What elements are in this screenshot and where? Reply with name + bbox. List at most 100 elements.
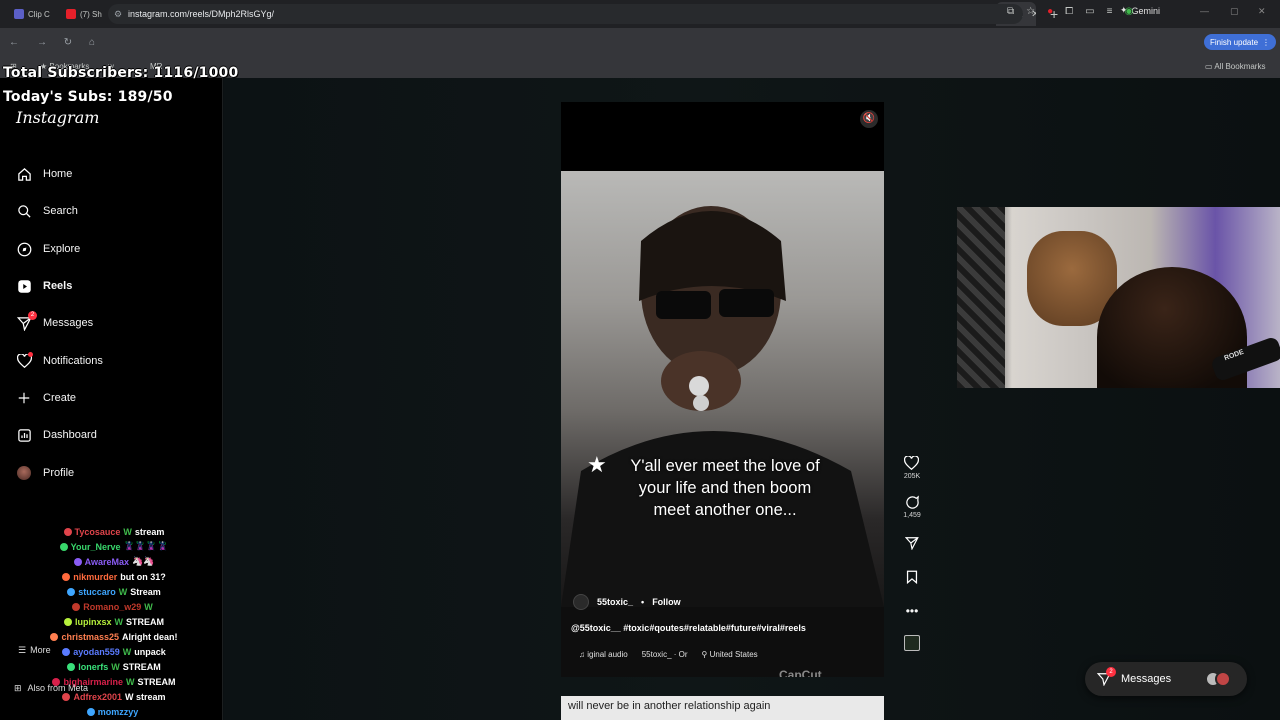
audio-creator[interactable]: 55toxic_ · Or	[642, 650, 688, 659]
chat-user-badge-icon	[72, 602, 81, 611]
close-window-icon[interactable]: ✕	[1258, 6, 1266, 17]
messages-badge: 2	[28, 311, 37, 320]
w-emote-icon: W	[111, 661, 120, 672]
puzzle-icon[interactable]: ⧠	[1065, 6, 1073, 17]
more-menu[interactable]: ☰ More	[18, 645, 51, 656]
address-bar-row: ← → ↻ ⌂	[0, 28, 1280, 56]
search-icon	[16, 203, 32, 219]
chat-message: momzzyy	[14, 704, 214, 719]
finish-update-button[interactable]: Finish update ⋮	[1204, 34, 1277, 50]
next-reel-preview[interactable]: will never be in another relationship ag…	[561, 696, 884, 720]
instagram-logo[interactable]: Instagram	[16, 108, 99, 127]
chat-text: stream	[134, 526, 165, 537]
reel-video[interactable]: 🔇 ★ Y'all ever meet the love of your lif…	[561, 102, 884, 677]
more-options-button[interactable]: •••	[904, 603, 920, 619]
save-button[interactable]	[904, 569, 920, 585]
chat-user-badge-icon	[62, 647, 71, 656]
reel-description[interactable]: @55toxic__ #toxic#qoutes#relatable#futur…	[571, 623, 806, 633]
chat-text: 🦄🦄	[131, 556, 155, 566]
creator-avatar[interactable]	[573, 594, 589, 610]
home-browser-icon[interactable]: ⌂	[82, 37, 102, 48]
split-view-icon[interactable]: ▭	[1085, 6, 1094, 17]
sidebar-item-messages[interactable]: 2 Messages	[16, 311, 94, 331]
messages-floating-button[interactable]: 2 Messages	[1085, 662, 1247, 696]
chat-user-badge-icon	[50, 632, 59, 641]
w-emote-icon: W	[123, 526, 132, 537]
like-button[interactable]: 205K	[904, 455, 920, 480]
sidebar-item-create[interactable]: Create	[16, 390, 76, 406]
audio-link[interactable]: ♫ iginal audio	[579, 650, 628, 659]
chat-user-badge-icon	[63, 617, 72, 626]
reload-icon[interactable]: ↻	[58, 37, 78, 48]
follow-button[interactable]: Follow	[652, 597, 681, 607]
comment-icon	[904, 494, 920, 510]
chat-user-badge-icon	[67, 587, 76, 596]
chat-text: STREAM	[122, 661, 161, 672]
chat-username: ayodan559	[73, 646, 120, 657]
sidebar-item-home[interactable]: Home	[16, 166, 72, 182]
todays-subs-overlay: Today's Subs: 189/50	[3, 89, 173, 105]
messenger-icon: 2	[1096, 667, 1116, 687]
profile-icon[interactable]: ◉	[1124, 6, 1133, 17]
sidebar-item-profile[interactable]: Profile	[16, 465, 74, 481]
youtube-icon	[66, 9, 76, 19]
reel-subject-image	[561, 206, 884, 607]
sidebar-item-search[interactable]: Search	[16, 203, 78, 219]
dashboard-icon	[16, 427, 32, 443]
star-icon[interactable]: ☆	[1026, 6, 1035, 17]
comment-button[interactable]: 1,459	[903, 494, 921, 519]
sidebar-item-label: Profile	[43, 467, 75, 479]
site-info-icon[interactable]: ⚙	[114, 9, 122, 20]
w-emote-icon: W	[144, 601, 153, 612]
forward-icon[interactable]: →	[32, 37, 52, 48]
chat-message: AwareMax 🦄🦄	[14, 554, 214, 569]
separator-dot: •	[641, 597, 645, 607]
chat-user-badge-icon	[59, 542, 68, 551]
tab-search-icon[interactable]: ≡	[1107, 6, 1113, 17]
creator-username[interactable]: 55toxic_	[597, 597, 633, 607]
chat-text: Stream	[130, 586, 161, 597]
sidebar-item-label: Create	[43, 392, 77, 404]
comment-count: 1,459	[903, 512, 921, 519]
sidebar-item-label: Reels	[43, 280, 73, 292]
location-link[interactable]: ⚲ United States	[702, 650, 758, 659]
chat-message: lonerfs W STREAM	[14, 659, 214, 674]
reels-icon	[16, 278, 32, 294]
maximize-icon[interactable]: ▢	[1230, 6, 1239, 17]
star-sticker-icon: ★	[587, 452, 607, 477]
audio-thumbnail-button[interactable]	[904, 635, 920, 651]
browser-tab-label: (7) Sh	[80, 9, 102, 19]
chat-username: nikmurder	[73, 571, 118, 582]
chat-text: but on 31?	[120, 571, 166, 582]
acoustic-panel	[957, 207, 1005, 388]
browser-tab[interactable]: Clip C	[8, 2, 60, 26]
minimize-icon[interactable]: —	[1200, 6, 1209, 16]
messages-pill-label: Messages	[1121, 673, 1172, 685]
back-icon[interactable]: ←	[4, 37, 24, 48]
sidebar-item-reels[interactable]: Reels	[16, 278, 72, 294]
streamer-webcam: RODE	[957, 207, 1280, 388]
browser-tab[interactable]: (7) Sh	[60, 2, 112, 26]
chat-message: Tycosauce Wstream	[14, 524, 214, 539]
location-pin-icon: ⚲	[701, 650, 708, 659]
chat-text: STREAM	[126, 616, 164, 627]
sidebar-item-notifications[interactable]: Notifications	[16, 352, 103, 369]
sidebar-item-dashboard[interactable]: Dashboard	[16, 427, 97, 443]
chat-user-badge-icon	[73, 557, 82, 566]
reel-audio-row: ♫ iginal audio 55toxic_ · Or ⚲ United St…	[579, 650, 758, 659]
mute-icon[interactable]: 🔇	[860, 110, 878, 128]
heart-outline-icon	[904, 455, 920, 471]
install-icon[interactable]: ⧉	[1007, 6, 1014, 17]
sidebar-item-label: Explore	[43, 243, 81, 255]
also-from-meta[interactable]: ⊞ Also from Meta	[14, 683, 88, 694]
w-emote-icon: W	[126, 676, 135, 687]
sidebar-item-explore[interactable]: Explore	[16, 241, 80, 257]
share-button[interactable]	[904, 535, 920, 551]
chat-user-badge-icon	[62, 572, 71, 581]
sidebar-item-label: Messages	[43, 317, 94, 329]
all-bookmarks[interactable]: ▭ All Bookmarks	[1205, 62, 1265, 71]
extension-red-icon[interactable]: ●	[1047, 6, 1053, 17]
url-input[interactable]: ⚙ instagram.com/reels/DMph2RlsGYg/	[108, 4, 1023, 24]
reel-caption-overlay: Y'all ever meet the love of your life an…	[630, 457, 820, 519]
chat-username: lupinxsx	[74, 616, 112, 627]
